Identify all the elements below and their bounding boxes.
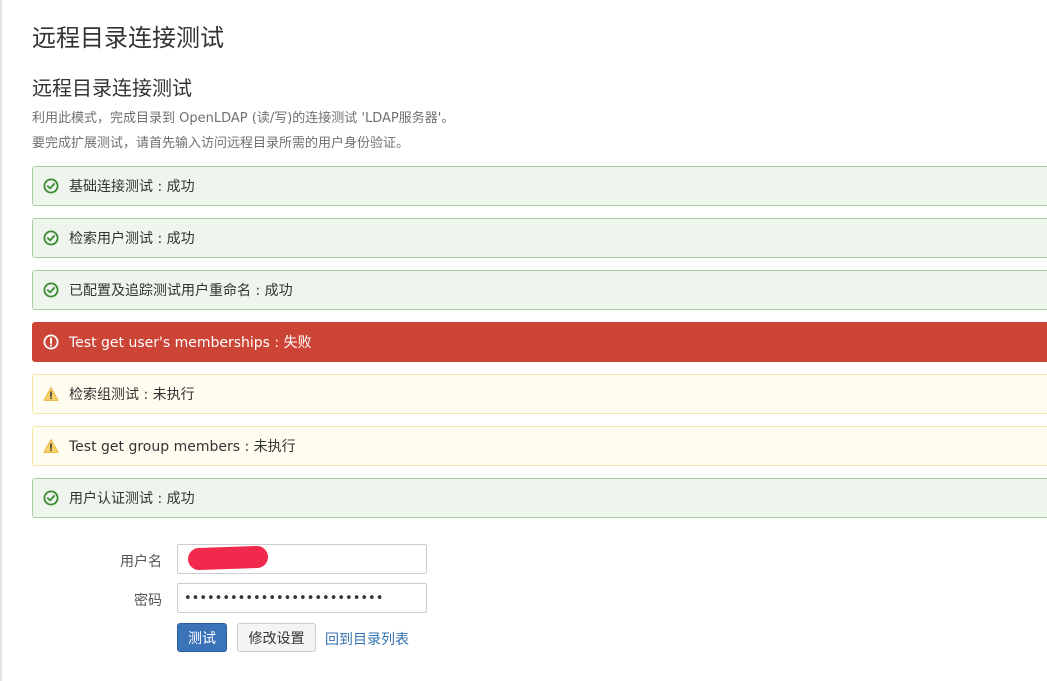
result-user-rename: 已配置及追踪测试用户重命名 : 成功 <box>32 270 1047 310</box>
warning-triangle-icon <box>43 386 59 402</box>
result-basic-connection: 基础连接测试 : 成功 <box>32 166 1047 206</box>
section-title: 远程目录连接测试 <box>32 76 192 100</box>
result-label: 检索用户测试 : 成功 <box>69 231 195 247</box>
result-label: 用户认证测试 : 成功 <box>69 491 195 507</box>
result-label: 检索组测试 : 未执行 <box>69 387 195 403</box>
edit-settings-button[interactable]: 修改设置 <box>237 623 316 652</box>
page-title: 远程目录连接测试 <box>32 24 224 52</box>
result-retrieve-group: 检索组测试 : 未执行 <box>32 374 1047 414</box>
password-input[interactable] <box>177 583 427 613</box>
description-line-1: 利用此模式，完成目录到 OpenLDAP (读/写)的连接测试 'LDAP服务器… <box>32 111 455 126</box>
exclamation-circle-icon <box>43 334 59 350</box>
result-label: 基础连接测试 : 成功 <box>69 179 195 195</box>
result-label: Test get group members : 未执行 <box>69 439 296 455</box>
result-label: 已配置及追踪测试用户重命名 : 成功 <box>69 283 293 299</box>
check-circle-icon <box>43 490 59 506</box>
warning-triangle-icon <box>43 438 59 454</box>
result-group-members: Test get group members : 未执行 <box>32 426 1047 466</box>
check-circle-icon <box>43 282 59 298</box>
back-to-directory-list-link[interactable]: 回到目录列表 <box>325 629 409 649</box>
redaction-mark <box>187 545 269 571</box>
check-circle-icon <box>43 230 59 246</box>
result-retrieve-user: 检索用户测试 : 成功 <box>32 218 1047 258</box>
username-label: 用户名 <box>120 554 162 570</box>
left-border <box>0 0 2 681</box>
description-line-2: 要完成扩展测试，请首先输入访问远程目录所需的用户身份验证。 <box>32 136 410 151</box>
password-label: 密码 <box>134 593 162 609</box>
result-user-memberships: Test get user's memberships : 失败 <box>32 322 1047 362</box>
test-button[interactable]: 测试 <box>177 623 227 652</box>
result-label: Test get user's memberships : 失败 <box>69 335 312 351</box>
check-circle-icon <box>43 178 59 194</box>
result-user-auth: 用户认证测试 : 成功 <box>32 478 1047 518</box>
